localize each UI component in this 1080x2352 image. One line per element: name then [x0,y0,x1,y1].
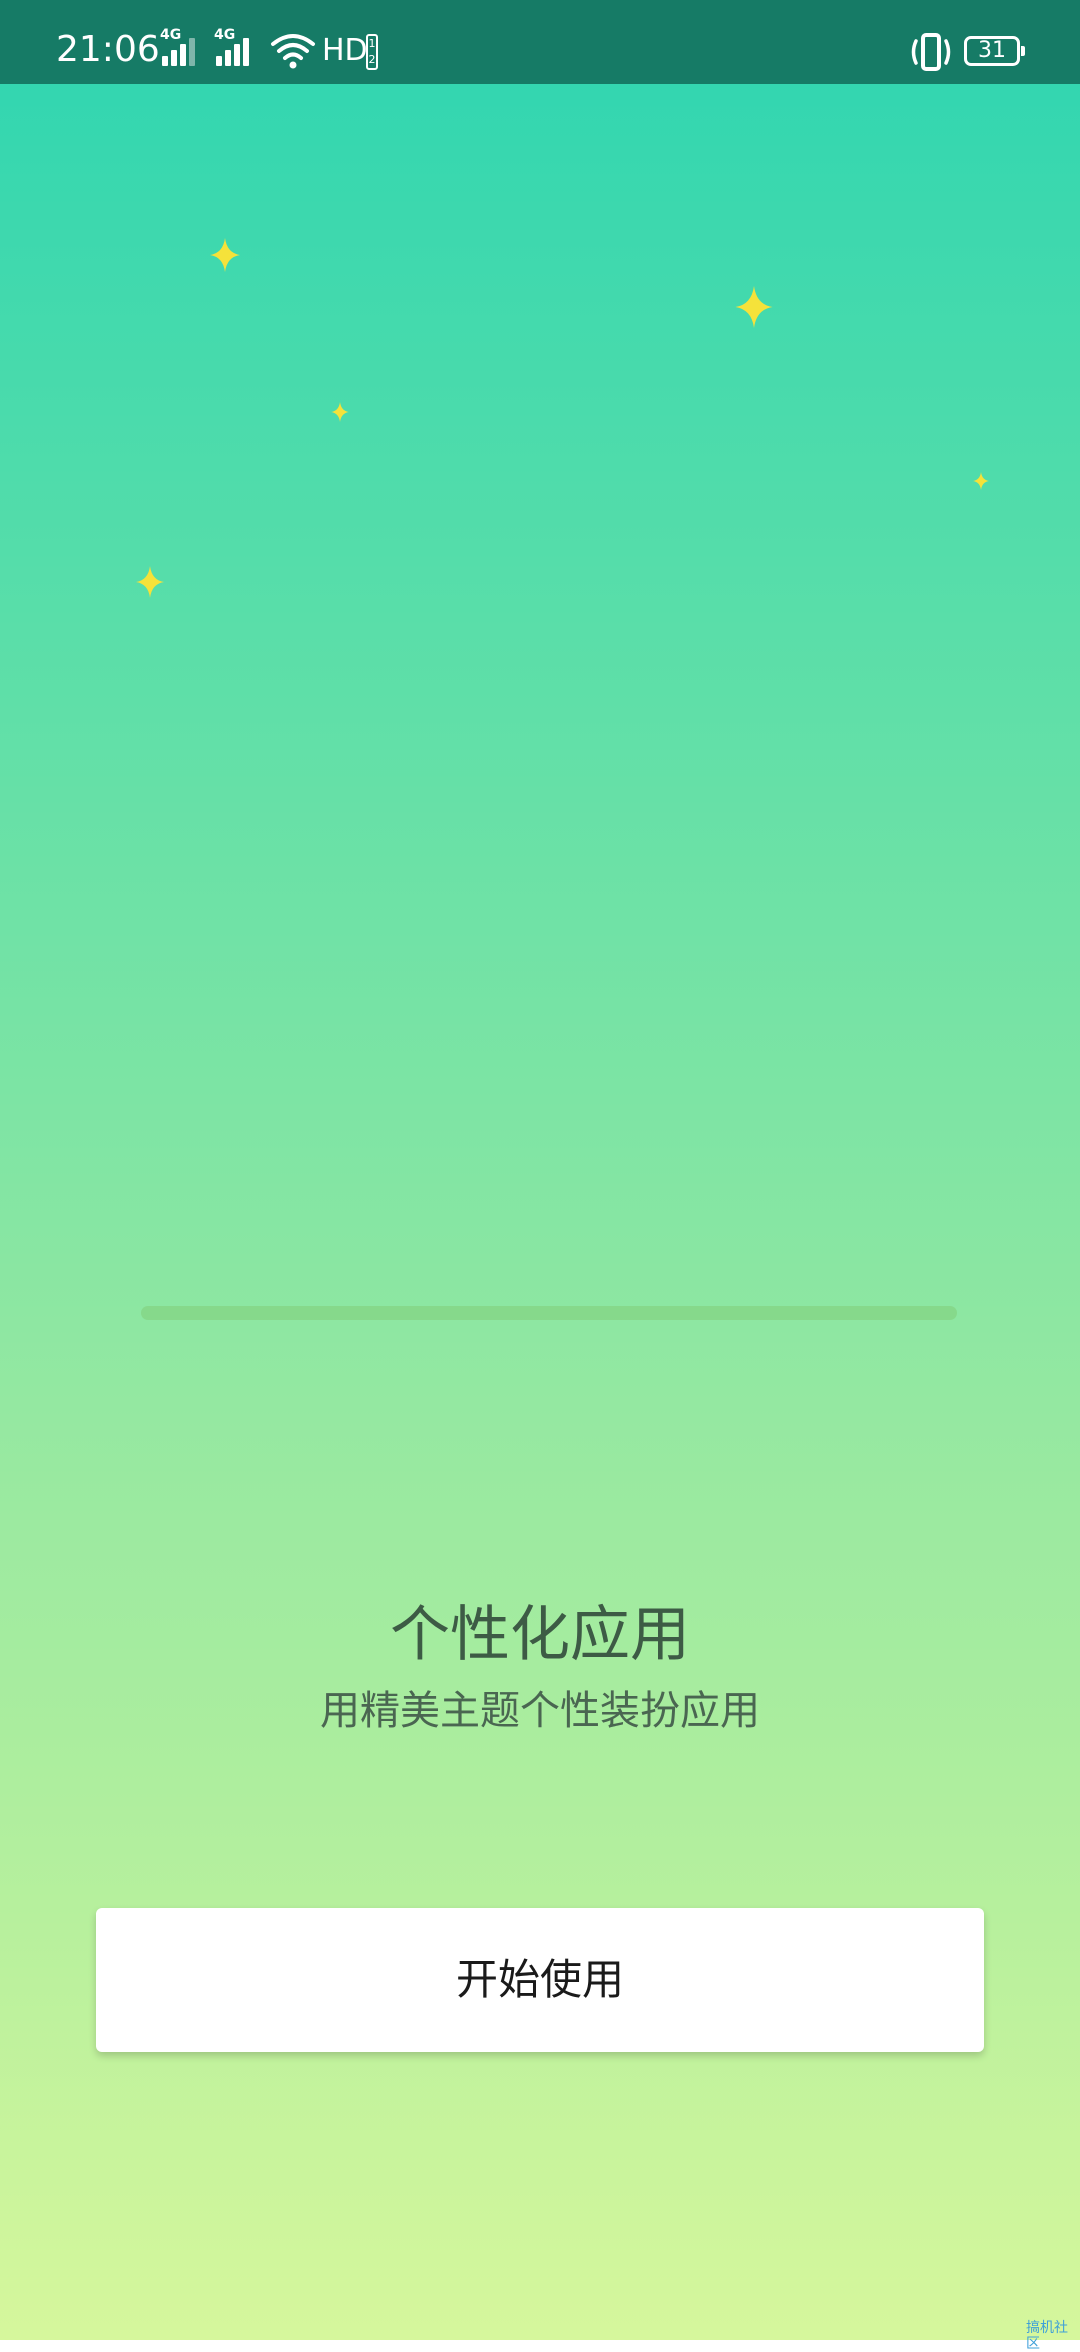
status-bar: 21:06 4G 4G HD 1 2 31 [0,0,1080,84]
sparkle-icon [210,238,240,272]
sparkle-icon [973,472,989,490]
sparkle-icon [735,286,773,328]
page-progress-track [141,1306,957,1320]
vibrate-icon [911,33,951,71]
sparkle-icon [331,402,349,422]
watermark: 搞机社区 [1026,2320,1068,2352]
onboarding-screen: 21:06 4G 4G HD 1 2 31 个性化应用 用精美主题个性装扮应用 … [0,0,1080,2352]
network-type-label: 4G [160,27,182,43]
page-title: 个性化应用 [390,1600,690,1670]
start-button[interactable]: 开始使用 [96,1908,984,2052]
sparkle-icon [136,566,164,598]
battery-tip [1021,46,1025,56]
wifi-icon [271,34,315,69]
hd-sim-indicator: 1 2 [366,34,378,70]
page-subtitle: 用精美主题个性装扮应用 [320,1688,760,1734]
signal-icon: 4G [214,28,262,72]
battery-icon: 31 [964,36,1020,66]
hd-voice-label: HD [322,33,368,68]
network-type-label: 4G [214,27,236,43]
signal-icon: 4G [160,28,208,72]
status-time: 21:06 [56,29,160,70]
